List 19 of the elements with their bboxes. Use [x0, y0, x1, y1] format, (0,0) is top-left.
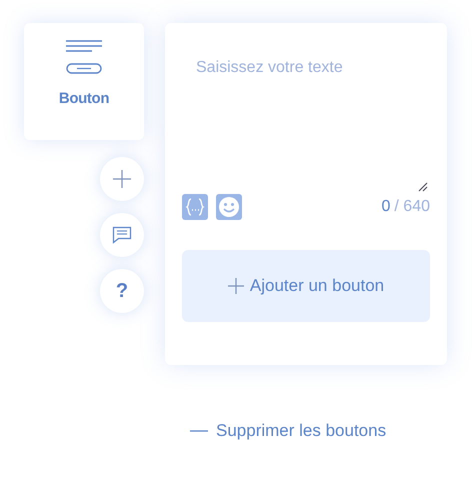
- add-button[interactable]: [100, 157, 144, 201]
- comment-button[interactable]: [100, 213, 144, 257]
- minus-icon: [190, 430, 208, 432]
- button-palette-card[interactable]: Bouton: [24, 23, 144, 140]
- character-limit: / 640: [394, 197, 430, 217]
- comment-icon: [112, 226, 132, 244]
- plus-icon: [228, 278, 244, 294]
- smiley-icon[interactable]: [216, 194, 242, 220]
- character-count: 0: [382, 197, 390, 217]
- button-icon: [65, 40, 103, 74]
- palette-label: Bouton: [58, 89, 110, 109]
- message-field[interactable]: Saisissez votre texte: [182, 56, 430, 176]
- help-label: ?: [116, 279, 128, 304]
- help-button[interactable]: ?: [100, 269, 144, 313]
- plus-icon: [113, 170, 131, 188]
- resize-icon[interactable]: [418, 182, 428, 192]
- remove-buttons-link[interactable]: Supprimer les boutons: [190, 418, 386, 444]
- add-button[interactable]: Ajouter un bouton: [182, 250, 430, 322]
- variable-icon[interactable]: [182, 194, 208, 220]
